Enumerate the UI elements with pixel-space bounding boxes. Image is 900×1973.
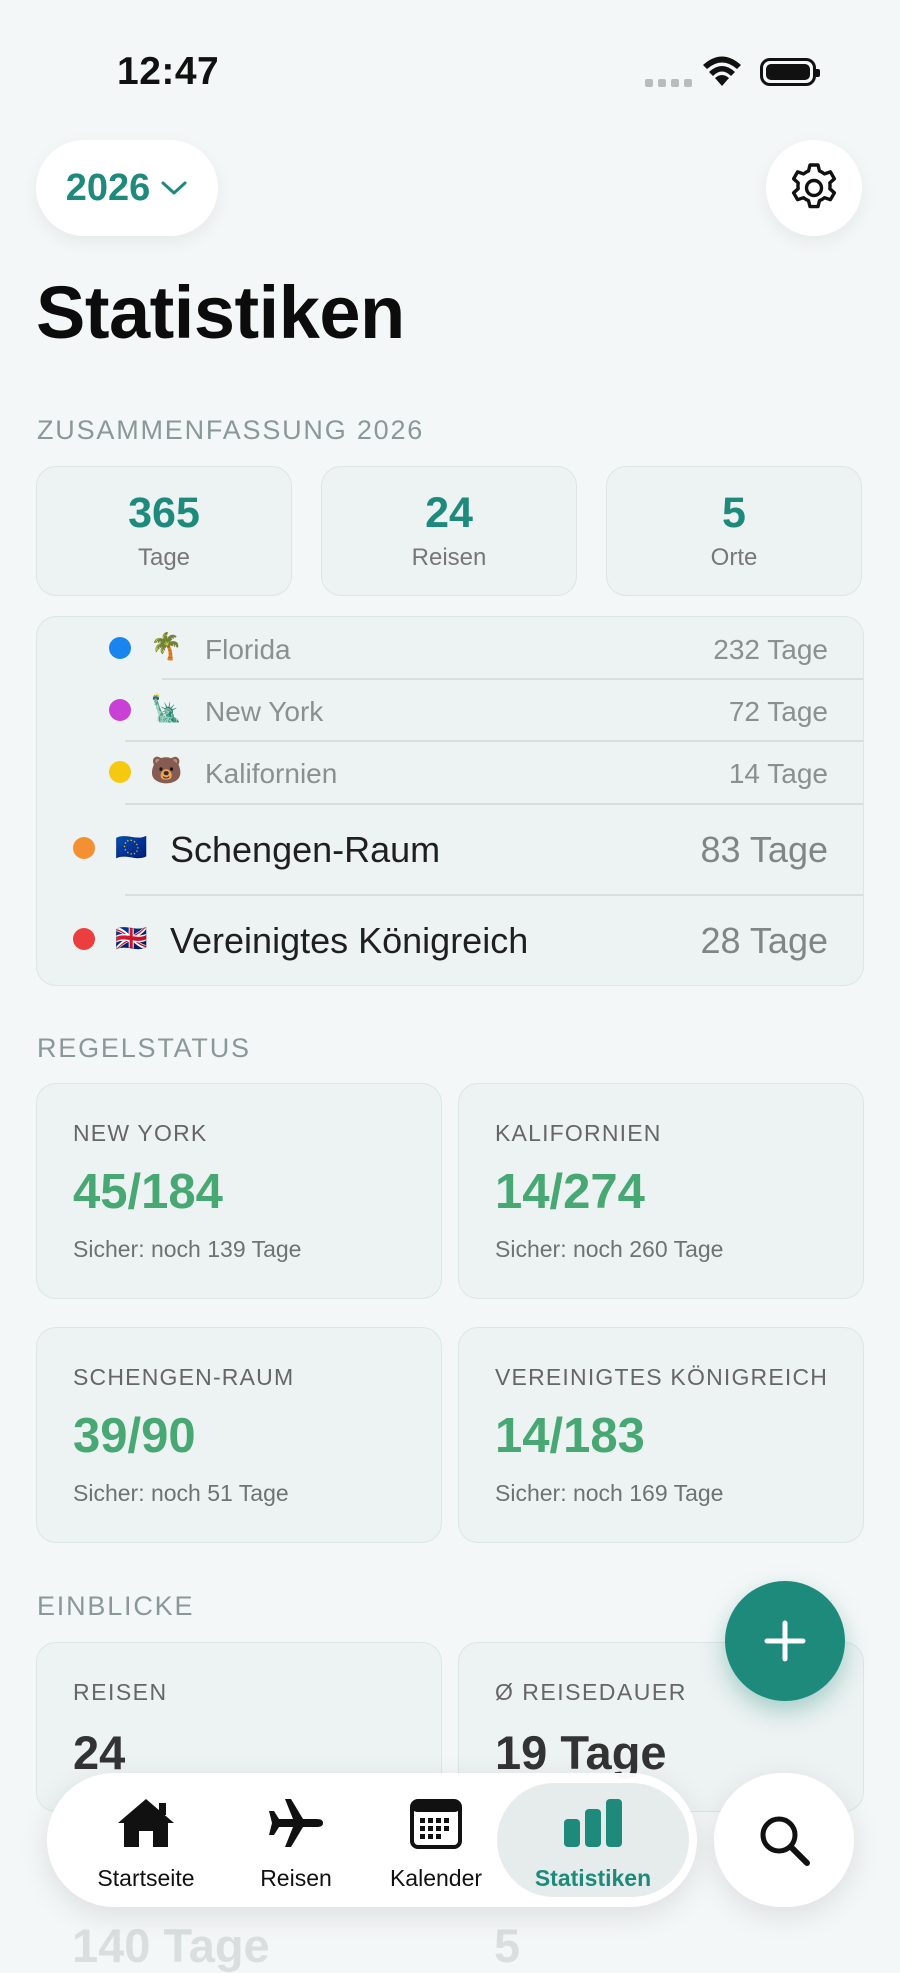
add-trip-button[interactable] xyxy=(725,1581,845,1701)
tab-kalender[interactable]: Kalender xyxy=(361,1773,511,1907)
tab-label: Reisen xyxy=(260,1865,332,1891)
plus-icon xyxy=(764,1620,806,1662)
year-label: 2026 xyxy=(65,166,151,209)
rule-card-schengen[interactable]: SCHENGEN-RAUM 39/90 Sicher: noch 51 Tage xyxy=(36,1327,442,1543)
status-time: 12:47 xyxy=(117,50,220,93)
color-dot xyxy=(109,761,131,783)
rule-status: Sicher: noch 51 Tage xyxy=(73,1480,289,1506)
chevron-down-icon xyxy=(161,181,187,195)
battery-icon xyxy=(760,58,820,86)
list-item-kalifornien[interactable]: 🐻 Kalifornien 14 Tage xyxy=(37,741,863,803)
tab-bar: Startseite Reisen Kalender Statistiken xyxy=(47,1773,697,1907)
search-button[interactable] xyxy=(714,1773,854,1907)
house-icon xyxy=(118,1799,174,1847)
airplane-icon xyxy=(269,1799,323,1847)
region-days: 83 Tage xyxy=(700,829,828,870)
chart-bars-icon xyxy=(564,1799,622,1847)
page-title: Statistiken xyxy=(36,271,405,354)
tab-reisen[interactable]: Reisen xyxy=(221,1773,371,1907)
color-dot xyxy=(73,928,95,950)
list-item-uk[interactable]: 🇬🇧 Vereinigtes Königreich 28 Tage xyxy=(37,895,863,985)
rules-section-label: REGELSTATUS xyxy=(37,1033,251,1063)
color-dot xyxy=(109,699,131,721)
stat-days: 365 Tage xyxy=(36,466,292,596)
palm-tree-icon: 🌴 xyxy=(150,631,183,661)
tab-startseite[interactable]: Startseite xyxy=(71,1773,221,1907)
rule-name: NEW YORK xyxy=(73,1120,208,1146)
stat-value: 5 xyxy=(722,489,746,537)
stat-places: 5 Orte xyxy=(606,466,862,596)
rule-status: Sicher: noch 260 Tage xyxy=(495,1236,724,1262)
color-dot xyxy=(109,637,131,659)
rule-status: Sicher: noch 139 Tage xyxy=(73,1236,302,1262)
rule-value: 45/184 xyxy=(73,1165,223,1219)
color-dot xyxy=(73,837,95,859)
gear-icon xyxy=(791,163,837,209)
region-days: 72 Tage xyxy=(728,696,828,727)
rule-name: VEREINIGTES KÖNIGREICH xyxy=(495,1364,829,1390)
insight-value: 24 xyxy=(73,1726,126,1779)
rule-card-kalifornien[interactable]: KALIFORNIEN 14/274 Sicher: noch 260 Tage xyxy=(458,1083,864,1299)
rule-name: SCHENGEN-RAUM xyxy=(73,1364,295,1390)
insight-value-partial: 5 xyxy=(494,1919,521,1972)
insight-name: Ø REISEDAUER xyxy=(495,1679,687,1705)
region-name: New York xyxy=(205,696,324,727)
region-name: Florida xyxy=(205,634,291,665)
rule-value: 39/90 xyxy=(73,1409,196,1463)
tab-statistiken[interactable]: Statistiken xyxy=(497,1783,689,1897)
rule-card-new-york[interactable]: NEW YORK 45/184 Sicher: noch 139 Tage xyxy=(36,1083,442,1299)
rule-name: KALIFORNIEN xyxy=(495,1120,662,1146)
insight-name: REISEN xyxy=(73,1679,168,1705)
insights-section-label: EINBLICKE xyxy=(37,1591,195,1621)
summary-section-label: ZUSAMMENFASSUNG 2026 xyxy=(37,415,425,445)
stat-label: Tage xyxy=(137,544,191,571)
calendar-icon xyxy=(410,1799,462,1849)
uk-flag-icon: 🇬🇧 xyxy=(115,923,148,953)
stat-value: 365 xyxy=(128,489,200,537)
region-days: 14 Tage xyxy=(728,758,828,789)
list-item-schengen[interactable]: 🇪🇺 Schengen-Raum 83 Tage xyxy=(37,804,863,894)
rule-card-uk[interactable]: VEREINIGTES KÖNIGREICH 14/183 Sicher: no… xyxy=(458,1327,864,1543)
bear-icon: 🐻 xyxy=(150,755,183,785)
tab-label: Kalender xyxy=(389,1865,483,1891)
stat-value: 24 xyxy=(425,489,473,537)
wifi-icon xyxy=(703,56,741,86)
eu-flag-icon: 🇪🇺 xyxy=(115,832,148,862)
year-selector-button[interactable]: 2026 xyxy=(36,140,218,236)
region-name: Schengen-Raum xyxy=(170,829,441,870)
insight-value-partial: 140 Tage xyxy=(72,1919,270,1972)
settings-button[interactable] xyxy=(766,140,862,236)
region-days: 28 Tage xyxy=(700,920,828,961)
rule-status: Sicher: noch 169 Tage xyxy=(495,1480,724,1506)
statue-of-liberty-icon: 🗽 xyxy=(150,693,183,723)
insight-value: 19 Tage xyxy=(495,1726,667,1779)
region-days: 232 Tage xyxy=(713,634,828,665)
region-breakdown-list: 🌴 Florida 232 Tage 🗽 New York 72 Tage 🐻 … xyxy=(36,616,864,986)
stat-label: Orte xyxy=(710,544,758,571)
tab-label: Startseite xyxy=(97,1865,195,1891)
list-item-new-york[interactable]: 🗽 New York 72 Tage xyxy=(37,679,863,741)
region-name: Kalifornien xyxy=(205,758,338,789)
stat-trips: 24 Reisen xyxy=(321,466,577,596)
rule-value: 14/274 xyxy=(495,1165,645,1219)
rule-value: 14/183 xyxy=(495,1409,645,1463)
list-item-florida[interactable]: 🌴 Florida 232 Tage xyxy=(37,617,863,679)
search-icon xyxy=(760,1816,810,1866)
region-name: Vereinigtes Königreich xyxy=(170,920,529,961)
tab-label: Statistiken xyxy=(534,1865,652,1891)
cellular-signal-icon xyxy=(645,79,692,87)
stat-label: Reisen xyxy=(411,544,487,571)
